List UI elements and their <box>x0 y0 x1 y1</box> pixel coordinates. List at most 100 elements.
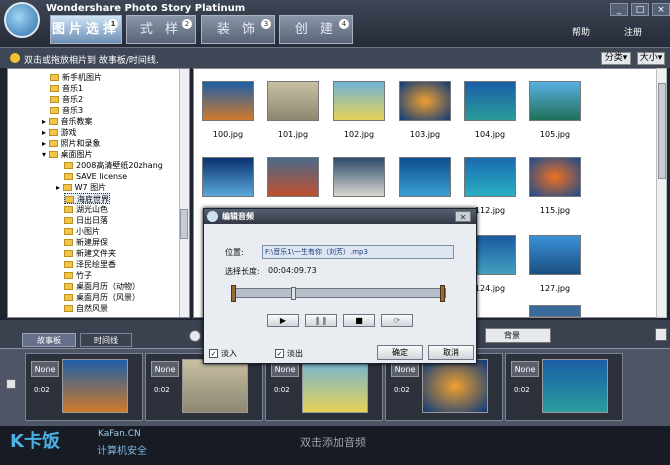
trim-slider[interactable] <box>231 285 446 302</box>
tree-item[interactable]: ▾ 桌面图片 <box>42 149 93 160</box>
pause-button[interactable]: ❚❚ <box>305 314 337 327</box>
photo-thumb[interactable] <box>529 235 581 275</box>
tree-item[interactable]: 新建屏保 <box>64 237 108 248</box>
duration: 0:02 <box>514 386 530 394</box>
grid-scrollbar[interactable] <box>656 68 667 318</box>
dialog-close-button[interactable]: ✕ <box>455 211 471 222</box>
close-button[interactable]: × <box>652 3 670 16</box>
length-label: 选择长度: <box>225 267 260 276</box>
size-button[interactable]: 大小▾ <box>637 52 665 65</box>
transition-none[interactable]: None <box>31 361 59 377</box>
tree-item[interactable]: ▸ 音乐教案 <box>42 116 93 127</box>
maximize-button[interactable]: □ <box>631 3 649 16</box>
edit-audio-dialog: 编辑音频 ✕ 位置: F:\音乐1\一生有你（刘芳）.mp3 选择长度: 00:0… <box>203 208 477 364</box>
tree-item-selected[interactable]: 海底世界 <box>64 193 110 204</box>
duration: 0:02 <box>394 386 410 394</box>
card-image <box>542 359 608 413</box>
photo-label: 103.jpg <box>409 130 441 139</box>
folder-tree: 新手机图片 音乐1 音乐2 音乐3 ▸ 音乐教案 ▸ 游戏 ▸ 照片和录象 ▾ … <box>7 68 190 318</box>
cancel-button[interactable]: 取消 <box>428 345 474 360</box>
photo-thumb[interactable] <box>333 81 385 121</box>
audio-path-field[interactable]: F:\音乐1\一生有你（刘芳）.mp3 <box>262 245 454 259</box>
stop-button[interactable]: ■ <box>343 314 375 327</box>
duration: 0:02 <box>34 386 50 394</box>
watermark-logo: K卡饭 <box>10 431 60 452</box>
transition-none[interactable]: None <box>151 361 179 377</box>
tab-photo-select[interactable]: 图片选择 1 <box>50 15 122 44</box>
position-label: 位置: <box>225 248 244 257</box>
tree-item[interactable]: 新手机图片 <box>50 72 102 83</box>
tree-item[interactable]: 2008高清壁纸20zhang <box>64 160 163 171</box>
dialog-app-icon <box>207 211 218 222</box>
tree-item[interactable]: 音乐1 <box>50 83 83 94</box>
tree-item[interactable]: 桌面月历（风景） <box>64 292 140 303</box>
title-bar: Wondershare Photo Story Platinum _ □ × 图… <box>0 0 670 47</box>
tree-item[interactable]: 自然风景 <box>64 303 108 314</box>
trim-start-handle[interactable] <box>231 285 236 302</box>
photo-thumb[interactable] <box>399 81 451 121</box>
photo-label: 127.jpg <box>539 284 571 293</box>
playhead-handle[interactable] <box>291 287 296 300</box>
tree-item[interactable]: SAVE license <box>64 171 127 182</box>
tree-item[interactable]: 音乐2 <box>50 94 83 105</box>
photo-thumb[interactable] <box>464 157 516 197</box>
photo-label: 104.jpg <box>474 130 506 139</box>
tree-item[interactable]: 竹子 <box>64 270 92 281</box>
story-card[interactable]: None 0:02 <box>505 353 623 421</box>
add-icon[interactable] <box>189 330 201 342</box>
photo-thumb[interactable] <box>267 157 319 197</box>
photo-thumb[interactable] <box>267 81 319 121</box>
fullscreen-icon[interactable] <box>655 328 667 341</box>
watermark-subtitle: 计算机安全 <box>97 446 147 457</box>
photo-label: 101.jpg <box>277 130 309 139</box>
tree-item[interactable]: 湖光山色 <box>64 204 108 215</box>
background-button[interactable]: 背景 <box>485 328 551 343</box>
transition-none[interactable]: None <box>511 361 539 377</box>
photo-thumb[interactable] <box>529 305 581 317</box>
tab-style[interactable]: 式 样2 <box>126 15 196 44</box>
register-link[interactable]: 注册 <box>624 25 642 38</box>
photo-thumb[interactable] <box>333 157 385 197</box>
photo-thumb[interactable] <box>399 157 451 197</box>
fade-in-checkbox[interactable]: ✓ 淡入 <box>209 348 237 359</box>
tree-item[interactable]: ▸ 游戏 <box>42 127 77 138</box>
tree-item[interactable]: 泽民绘里香 <box>64 259 116 270</box>
photo-thumb[interactable] <box>464 81 516 121</box>
tab-storyboard[interactable]: 故事板 <box>22 333 76 347</box>
app-title: Wondershare Photo Story Platinum <box>46 3 246 14</box>
tree-item[interactable]: 新建文件夹 <box>64 248 116 259</box>
tree-scrollbar[interactable] <box>179 69 189 317</box>
ok-button[interactable]: 确定 <box>377 345 423 360</box>
tree-item[interactable]: ▸ 照片和录象 <box>42 138 101 149</box>
fade-out-checkbox[interactable]: ✓ 淡出 <box>275 348 303 359</box>
photo-thumb[interactable] <box>529 81 581 121</box>
photo-thumb[interactable] <box>202 157 254 197</box>
help-link[interactable]: 帮助 <box>572 25 590 38</box>
duration: 0:02 <box>274 386 290 394</box>
photo-thumb[interactable] <box>202 81 254 121</box>
card-image <box>302 359 368 413</box>
photo-thumb[interactable] <box>529 157 581 197</box>
sort-button[interactable]: 分类▾ <box>601 52 631 65</box>
minimize-button[interactable]: _ <box>610 3 628 16</box>
scroll-thumb[interactable] <box>658 83 666 179</box>
tree-item[interactable]: 小图片 <box>64 226 100 237</box>
tab-timeline[interactable]: 时间线 <box>80 333 132 347</box>
tree-item[interactable]: 日出日落 <box>64 215 108 226</box>
hint-bar: 双击或拖放相片到 故事板/时间线. 分类▾ 大小▾ <box>0 47 670 68</box>
scroll-thumb[interactable] <box>180 209 188 239</box>
tab-create[interactable]: 创 建4 <box>279 15 353 44</box>
story-card[interactable]: None 0:02 <box>25 353 143 421</box>
tab-decorate[interactable]: 装 饰3 <box>201 15 275 44</box>
app-logo-icon <box>4 2 40 38</box>
loop-button[interactable]: ⟳ <box>381 314 413 327</box>
tree-item[interactable]: 桌面月历（动物） <box>64 281 140 292</box>
tree-item[interactable]: ▸ W7 图片 <box>56 182 106 193</box>
watermark-site: KaFan.CN <box>98 429 141 439</box>
play-button[interactable]: ▶ <box>267 314 299 327</box>
trim-end-handle[interactable] <box>440 285 445 302</box>
film-icon <box>6 379 16 389</box>
photo-label: 115.jpg <box>539 206 571 215</box>
dialog-title: 编辑音频 <box>222 212 254 221</box>
tree-item[interactable]: 音乐3 <box>50 105 83 116</box>
